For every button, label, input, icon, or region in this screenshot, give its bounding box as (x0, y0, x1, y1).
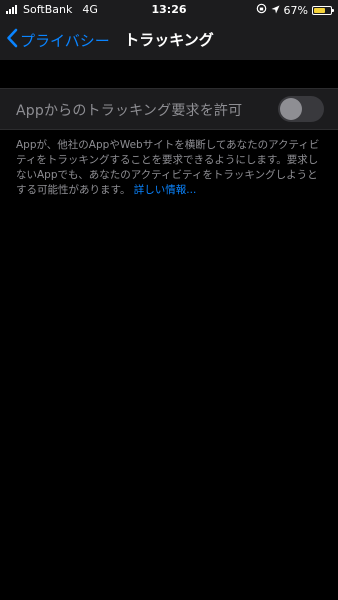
tracking-permission-toggle[interactable] (278, 96, 324, 122)
status-bar: SoftBank 4G 13:26 67% (0, 0, 338, 20)
battery-tip (332, 8, 334, 12)
status-bar-right: 67% (256, 3, 334, 17)
toggle-knob (280, 98, 302, 120)
page-title: トラッキング (124, 31, 214, 49)
battery-icon (312, 5, 334, 15)
learn-more-link[interactable]: 詳しい情報... (134, 184, 197, 196)
tracking-description: Appが、他社のAppやWebサイトを横断してあなたのアクティビティをトラッキン… (16, 138, 324, 198)
battery-percent: 67% (283, 3, 308, 17)
battery-level-fill (314, 7, 325, 13)
tracking-permission-row: Appからのトラッキング要求を許可 (0, 88, 338, 130)
lock-rotation-icon (256, 3, 267, 17)
location-arrow-icon (271, 4, 280, 17)
tracking-permission-label: Appからのトラッキング要求を許可 (16, 103, 243, 119)
navigation-bar: プライバシー トラッキング (0, 20, 338, 60)
